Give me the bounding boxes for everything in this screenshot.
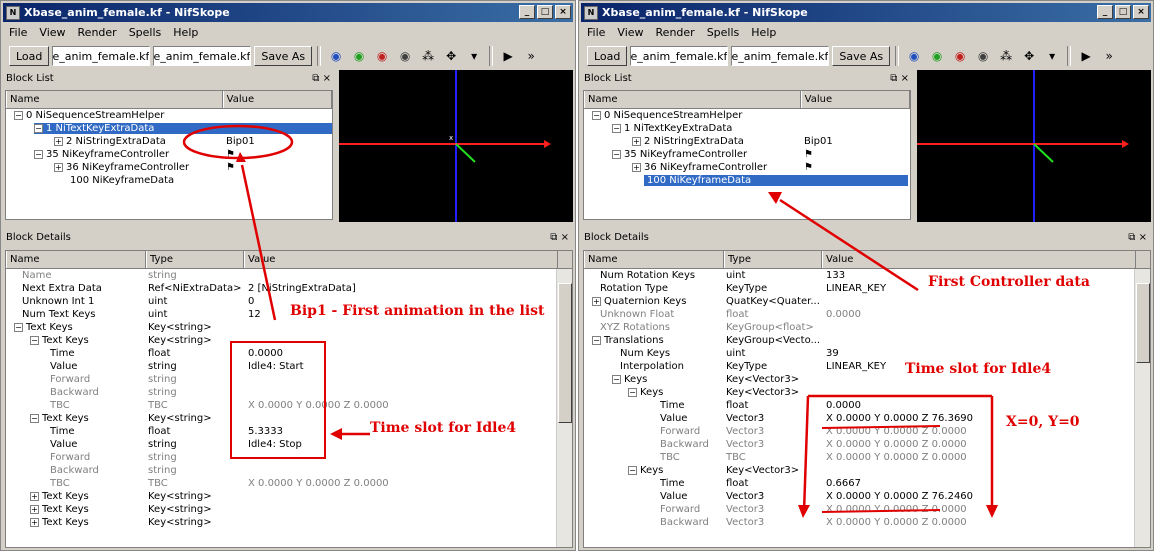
annotation-xy: X=0, Y=0 xyxy=(1006,414,1080,430)
bip-arrow xyxy=(240,164,277,321)
controller-arrow xyxy=(779,198,919,292)
annotation-idle-left: Time slot for Idle4 xyxy=(370,420,517,436)
annotation-idle-right: Time slot for Idle4 xyxy=(905,361,1052,377)
x-arrow xyxy=(802,395,810,513)
annotation-controller: First Controller data xyxy=(928,274,1090,290)
time-slot-box xyxy=(230,341,326,459)
bip-highlight-ellipse xyxy=(182,124,294,160)
annotation-bip: Bip1 - First animation in the list xyxy=(290,303,545,319)
